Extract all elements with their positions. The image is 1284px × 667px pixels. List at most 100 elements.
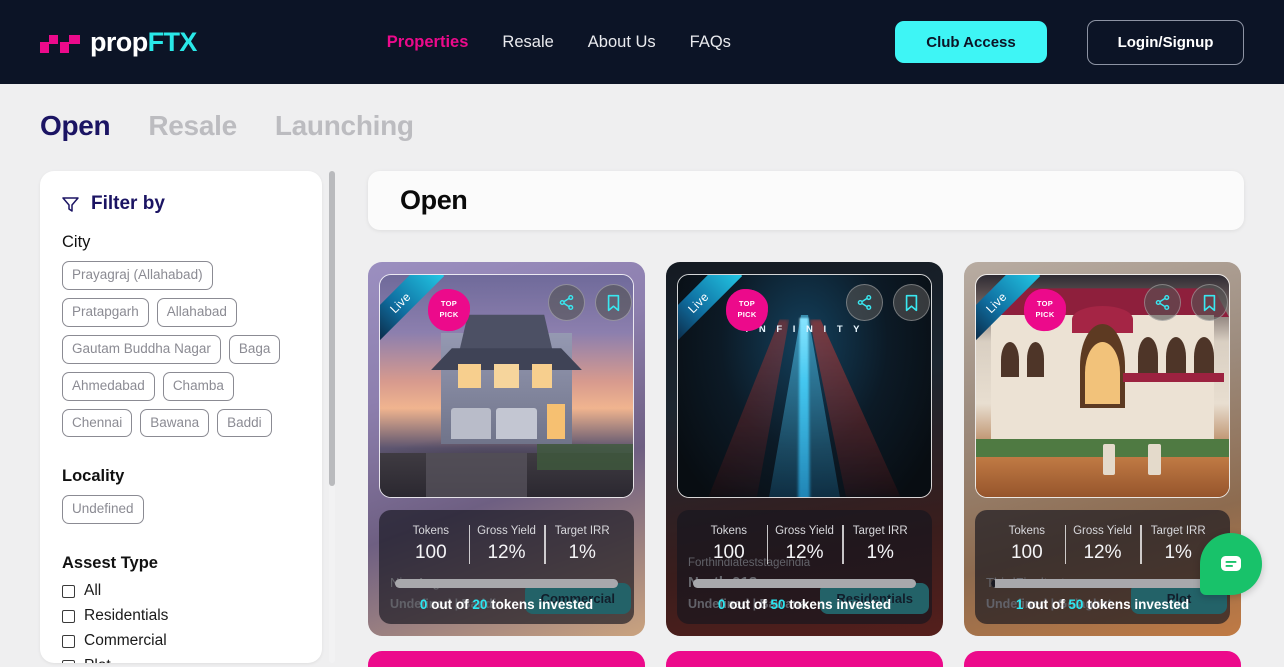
- top-pick-line2: PICK: [737, 310, 757, 319]
- tokens-invested-text: 0 out of 50 tokens invested: [691, 597, 918, 612]
- top-pick-line1: TOP: [1036, 299, 1054, 309]
- top-pick-badge: TOP PICK: [726, 289, 768, 331]
- card-action-icons: [1144, 284, 1228, 321]
- tab-open[interactable]: Open: [40, 110, 111, 142]
- locality-chip-list: Undefined: [62, 495, 300, 525]
- invested-suffix: tokens invested: [1087, 597, 1190, 612]
- invested-suffix: tokens invested: [491, 597, 594, 612]
- city-chip[interactable]: Gautam Buddha Nagar: [62, 334, 221, 364]
- bookmark-icon: [1203, 294, 1216, 311]
- share-button[interactable]: [1144, 284, 1181, 321]
- share-button[interactable]: [548, 284, 585, 321]
- nav-item-about-us[interactable]: About Us: [588, 33, 656, 52]
- chat-bubble-button[interactable]: [1200, 533, 1262, 595]
- invested-suffix: tokens invested: [789, 597, 892, 612]
- filter-sidebar-container: Filter by City Prayagraj (Allahabad) Pra…: [40, 171, 336, 667]
- city-chip[interactable]: Baga: [228, 334, 281, 364]
- bookmark-button[interactable]: [1191, 284, 1228, 321]
- card-stats: Tokens 100 Gross Yield 12% Target IRR 1%: [379, 510, 634, 624]
- out-of-label: out of: [729, 597, 767, 612]
- top-pick-badge: TOP PICK: [1024, 289, 1066, 331]
- login-signup-button[interactable]: Login/Signup: [1087, 19, 1244, 65]
- city-chip[interactable]: Bawana: [140, 408, 210, 438]
- checkbox-icon[interactable]: [62, 659, 75, 663]
- city-chip[interactable]: Chennai: [62, 408, 133, 438]
- card-action-icons: [846, 284, 930, 321]
- property-card[interactable]: I N F I N I T Y Live TOP PICK Tokens 100…: [666, 262, 943, 636]
- sidebar-scrollbar-thumb[interactable]: [329, 171, 335, 486]
- stat-label: Tokens: [1008, 525, 1046, 538]
- out-of-label: out of: [431, 597, 469, 612]
- checkbox-icon[interactable]: [62, 634, 75, 648]
- open-section-panel: Open: [368, 171, 1244, 230]
- property-card-next[interactable]: [368, 651, 645, 667]
- asset-type-option-commercial[interactable]: Commercial: [62, 632, 300, 650]
- option-label: All: [84, 582, 102, 600]
- nav-item-resale[interactable]: Resale: [502, 33, 553, 52]
- asset-type-option-residentials[interactable]: Residentials: [62, 607, 300, 625]
- share-button[interactable]: [846, 284, 883, 321]
- stat-value: 1%: [866, 542, 894, 564]
- city-chip[interactable]: Chamba: [162, 371, 234, 401]
- city-chip[interactable]: Allahabad: [156, 297, 237, 327]
- asset-type-option-all[interactable]: All: [62, 582, 300, 600]
- page-title: Open: [400, 185, 468, 215]
- site-header: propFTX Properties Resale About Us FAQs …: [0, 0, 1284, 84]
- card-stat-row: Tokens 100 Gross Yield 12% Target IRR 1%: [691, 523, 918, 566]
- stat-target-irr: Target IRR 1%: [842, 523, 918, 566]
- stat-gross-yield: Gross Yield 12%: [766, 523, 843, 566]
- stat-tokens: Tokens 100: [393, 523, 469, 566]
- logo-text: propFTX: [90, 27, 197, 58]
- filter-sidebar: Filter by City Prayagraj (Allahabad) Pra…: [40, 171, 322, 663]
- city-chip[interactable]: Prayagraj (Allahabad): [62, 261, 213, 290]
- listing-tabs: Open Resale Launching: [0, 84, 1284, 146]
- investment-progress-bar: [395, 579, 618, 588]
- bookmark-icon: [905, 294, 918, 311]
- stat-label: Target IRR: [852, 525, 908, 538]
- card-stat-row: Tokens 100 Gross Yield 12% Target IRR 1%: [989, 523, 1216, 566]
- nav-item-properties[interactable]: Properties: [387, 33, 469, 52]
- option-label: Residentials: [84, 607, 169, 625]
- main-nav: Properties Resale About Us FAQs: [387, 33, 731, 52]
- property-card[interactable]: Live TOP PICK Tokens 100 Gross Yield 12%…: [368, 262, 645, 636]
- stat-tokens: Tokens 100: [691, 523, 767, 566]
- locality-group-label: Locality: [62, 467, 125, 486]
- logo-word-prop: prop: [90, 26, 148, 57]
- filter-icon: [62, 196, 79, 212]
- nav-item-faqs[interactable]: FAQs: [690, 33, 731, 52]
- bookmark-button[interactable]: [595, 284, 632, 321]
- tab-launching[interactable]: Launching: [275, 110, 414, 142]
- city-chip[interactable]: Pratapgarh: [62, 297, 149, 327]
- asset-type-option-plot[interactable]: Plot: [62, 657, 300, 663]
- top-pick-badge: TOP PICK: [428, 289, 470, 331]
- filter-header: Filter by: [62, 193, 300, 215]
- top-pick-line1: TOP: [440, 299, 458, 309]
- tokens-invested-count: 1: [1015, 597, 1024, 612]
- stat-value: 12%: [1083, 542, 1122, 564]
- chat-icon: [1221, 556, 1241, 571]
- stat-label: Tokens: [710, 525, 748, 538]
- tab-resale[interactable]: Resale: [148, 110, 237, 142]
- stat-value: 100: [414, 542, 447, 564]
- city-chip[interactable]: Baddi: [217, 408, 272, 438]
- investment-progress-bar: [693, 579, 916, 588]
- tokens-invested-text: 0 out of 20 tokens invested: [393, 597, 620, 612]
- checkbox-icon[interactable]: [62, 584, 75, 598]
- tokens-invested-count: 0: [419, 597, 428, 612]
- stat-value: 1%: [568, 542, 596, 564]
- card-stat-row: Tokens 100 Gross Yield 12% Target IRR 1%: [393, 523, 620, 566]
- club-access-button[interactable]: Club Access: [895, 21, 1047, 63]
- option-label: Plot: [84, 657, 111, 663]
- locality-chip[interactable]: Undefined: [62, 495, 144, 525]
- city-chip[interactable]: Ahmedabad: [62, 371, 155, 401]
- logo[interactable]: propFTX: [40, 27, 197, 58]
- asset-type-options: All Residentials Commercial Plot: [62, 582, 300, 663]
- bookmark-icon: [607, 294, 620, 311]
- city-group-label: City: [62, 233, 91, 251]
- property-card-next[interactable]: [964, 651, 1241, 667]
- checkbox-icon[interactable]: [62, 609, 75, 623]
- property-card-next[interactable]: [666, 651, 943, 667]
- stat-tokens: Tokens 100: [989, 523, 1065, 566]
- bookmark-button[interactable]: [893, 284, 930, 321]
- tokens-invested-count: 0: [717, 597, 726, 612]
